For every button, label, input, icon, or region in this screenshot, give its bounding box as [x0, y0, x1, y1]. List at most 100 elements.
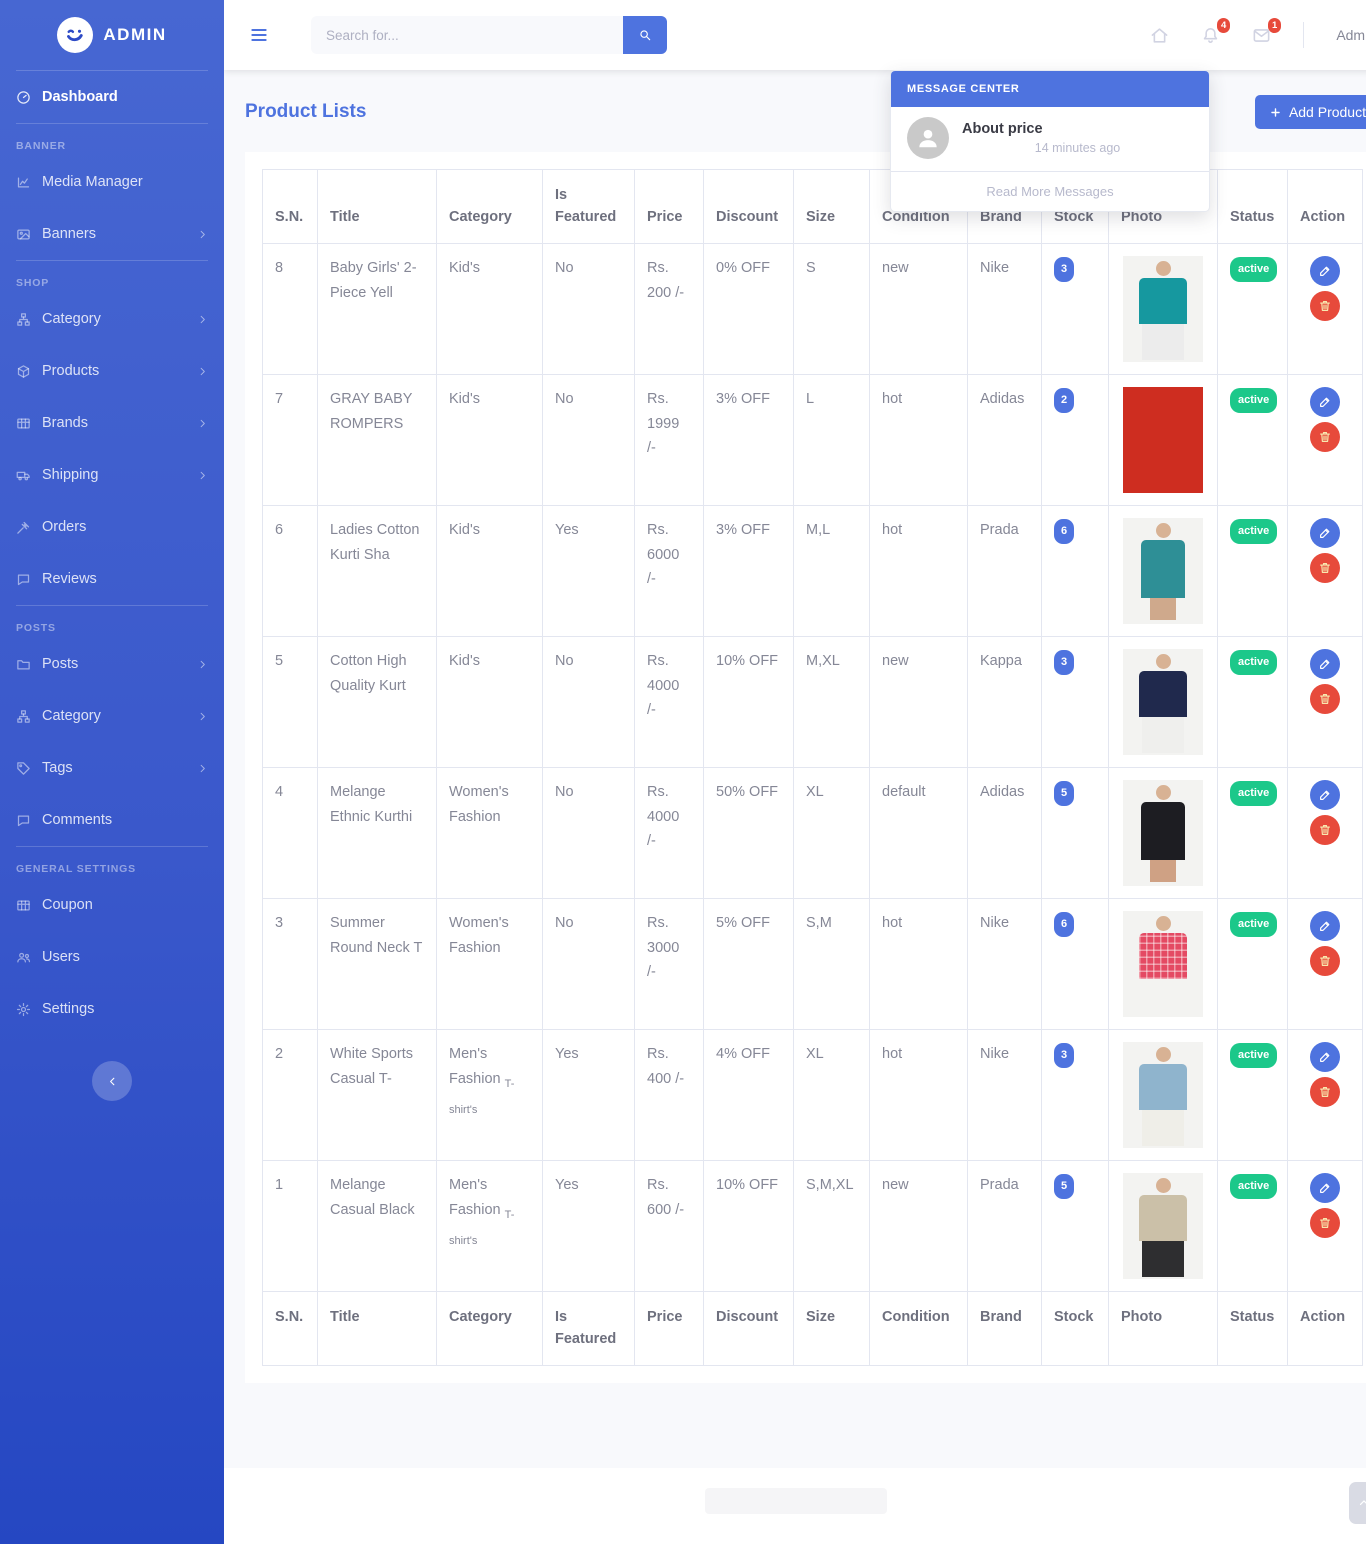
sidebar-item-category[interactable]: Category — [0, 293, 224, 345]
edit-button[interactable] — [1310, 387, 1340, 417]
products-table: S.N.TitleCategoryIs FeaturedPriceDiscoun… — [262, 169, 1363, 1366]
add-product-button[interactable]: Add Product — [1255, 95, 1366, 129]
category-subtext: T-shirt's — [449, 1077, 514, 1116]
cell-is-featured: No — [543, 898, 635, 1029]
cell-stock: 3 — [1042, 243, 1109, 374]
edit-button[interactable] — [1310, 649, 1340, 679]
user-menu[interactable]: Admin — [1336, 27, 1366, 43]
alerts-button[interactable]: 4 — [1201, 26, 1220, 45]
cell-category: Kid's — [437, 636, 543, 767]
cell-condition: default — [870, 767, 968, 898]
main-column: 4 1 Admin MESSAGE CENTER About price 14 … — [224, 0, 1366, 1544]
sidebar-item-category[interactable]: Category — [0, 690, 224, 742]
cell-photo — [1109, 636, 1218, 767]
cell-brand: Kappa — [968, 636, 1042, 767]
cell-photo — [1109, 767, 1218, 898]
cell-is-featured: No — [543, 636, 635, 767]
sidebar-item-shipping[interactable]: Shipping — [0, 449, 224, 501]
sidebar-item-label: Posts — [42, 656, 78, 672]
cell-photo — [1109, 243, 1218, 374]
delete-button[interactable] — [1310, 422, 1340, 452]
sidebar-item-brands[interactable]: Brands — [0, 397, 224, 449]
footer-column-header-status: Status — [1218, 1291, 1288, 1365]
delete-button[interactable] — [1310, 1208, 1340, 1238]
action-buttons — [1300, 911, 1350, 976]
message-item[interactable]: About price 14 minutes ago — [891, 107, 1209, 172]
cube-icon — [16, 364, 31, 379]
cell-size: L — [794, 374, 870, 505]
cell-brand: Nike — [968, 243, 1042, 374]
chevron-up-icon — [1357, 1496, 1366, 1510]
cell-brand: Adidas — [968, 767, 1042, 898]
read-more-messages-link[interactable]: Read More Messages — [891, 172, 1209, 211]
cell-size: S — [794, 243, 870, 374]
edit-button[interactable] — [1310, 518, 1340, 548]
scroll-to-top-button[interactable] — [1349, 1482, 1366, 1524]
action-buttons — [1300, 518, 1350, 583]
comments-icon — [16, 813, 31, 828]
product-photo — [1123, 1173, 1203, 1279]
footer-column-header-s-n: S.N. — [263, 1291, 318, 1365]
home-button[interactable] — [1150, 26, 1169, 45]
trash-icon — [1318, 823, 1332, 837]
delete-button[interactable] — [1310, 946, 1340, 976]
sidebar-section-heading: BANNER — [0, 124, 224, 156]
sidebar-brand[interactable]: ADMIN — [0, 0, 224, 70]
sidebar-toggle-button[interactable] — [249, 25, 269, 45]
cell-title: GRAY BABY ROMPERS — [318, 374, 437, 505]
sidebar-item-banners[interactable]: Banners — [0, 208, 224, 260]
sidebar-item-reviews[interactable]: Reviews — [0, 553, 224, 605]
cell-is-featured: Yes — [543, 505, 635, 636]
chevron-right-icon — [197, 763, 208, 774]
search-icon — [638, 28, 652, 42]
cell-brand: Nike — [968, 1029, 1042, 1160]
sidebar-collapse-button[interactable] — [92, 1061, 132, 1101]
chevron-right-icon — [197, 366, 208, 377]
delete-button[interactable] — [1310, 553, 1340, 583]
hamburger-icon — [249, 25, 269, 45]
sidebar-item-settings[interactable]: Settings — [0, 983, 224, 1035]
delete-button[interactable] — [1310, 291, 1340, 321]
edit-button[interactable] — [1310, 780, 1340, 810]
messages-button[interactable]: 1 — [1252, 26, 1271, 45]
cell-photo — [1109, 1029, 1218, 1160]
delete-button[interactable] — [1310, 815, 1340, 845]
chart-area-icon — [16, 175, 31, 190]
brand-title: ADMIN — [103, 25, 166, 45]
sidebar-item-posts[interactable]: Posts — [0, 638, 224, 690]
trash-icon — [1318, 561, 1332, 575]
sidebar-item-dashboard[interactable]: Dashboard — [0, 71, 224, 123]
cell-discount: 4% OFF — [704, 1029, 794, 1160]
edit-button[interactable] — [1310, 911, 1340, 941]
cell-status: active — [1218, 1160, 1288, 1291]
sidebar-item-media-manager[interactable]: Media Manager — [0, 156, 224, 208]
cell-stock: 3 — [1042, 636, 1109, 767]
sidebar-item-comments[interactable]: Comments — [0, 794, 224, 846]
footer-column-header-category: Category — [437, 1291, 543, 1365]
edit-button[interactable] — [1310, 256, 1340, 286]
column-header-is-featured: Is Featured — [543, 170, 635, 244]
cell-price: Rs. 1999 /- — [635, 374, 704, 505]
edit-button[interactable] — [1310, 1042, 1340, 1072]
sidebar-item-tags[interactable]: Tags — [0, 742, 224, 794]
search-button[interactable] — [623, 16, 667, 54]
sidebar: ADMIN DashboardBANNERMedia ManagerBanner… — [0, 0, 224, 1544]
table-row: 3Summer Round Neck TWomen's FashionNoRs.… — [263, 898, 1363, 1029]
stock-badge: 5 — [1054, 1174, 1074, 1199]
delete-button[interactable] — [1310, 1077, 1340, 1107]
product-photo — [1123, 911, 1203, 1017]
column-header-s-n: S.N. — [263, 170, 318, 244]
gavel-icon — [16, 520, 31, 535]
cell-condition: new — [870, 636, 968, 767]
sidebar-item-users[interactable]: Users — [0, 931, 224, 983]
sidebar-item-orders[interactable]: Orders — [0, 501, 224, 553]
edit-button[interactable] — [1310, 1173, 1340, 1203]
sidebar-item-products[interactable]: Products — [0, 345, 224, 397]
alerts-badge: 4 — [1217, 18, 1230, 34]
search-input[interactable] — [311, 16, 623, 54]
content: Product Lists Add Product S.N.TitleCateg… — [224, 70, 1366, 1468]
sidebar-item-coupon[interactable]: Coupon — [0, 879, 224, 931]
cell-title: Cotton High Quality Kurt — [318, 636, 437, 767]
delete-button[interactable] — [1310, 684, 1340, 714]
cell-title: Baby Girls' 2-Piece Yell — [318, 243, 437, 374]
